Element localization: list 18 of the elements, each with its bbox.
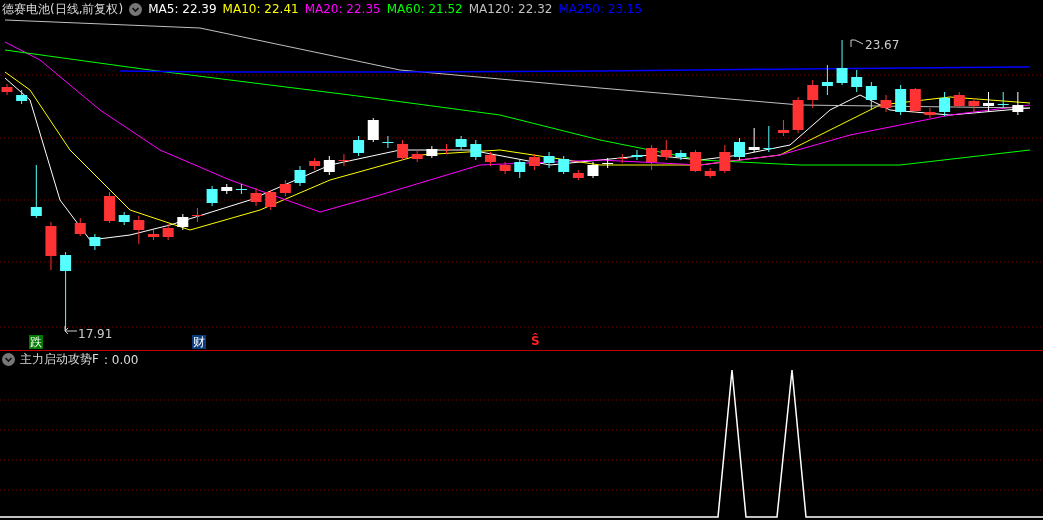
moving-average-label: MA10: 22.41 [222, 2, 299, 16]
dropdown-icon[interactable] [2, 353, 15, 366]
indicator-value: : 0.00 [103, 352, 139, 367]
event-marker[interactable]: 财 [192, 335, 206, 349]
low-price-label: 17.91 [78, 327, 113, 341]
signal-marker[interactable]: Ŝ [531, 334, 540, 349]
chart-title: 德赛电池(日线,前复权) [2, 0, 124, 18]
moving-average-label: MA5: 22.39 [148, 2, 217, 16]
moving-average-label: MA20: 22.35 [304, 2, 381, 16]
moving-average-label: MA120: 22.32 [468, 2, 553, 16]
indicator-title: 主力启动攻势F [20, 351, 99, 368]
event-marker[interactable]: 跌 [29, 335, 43, 349]
high-price-label: 23.67 [865, 38, 900, 52]
leader-line [64, 326, 78, 335]
leader-line [850, 39, 866, 47]
moving-average-label: MA60: 21.52 [386, 2, 463, 16]
moving-average-label: MA250: 23.15 [558, 2, 643, 16]
dropdown-icon[interactable] [129, 2, 143, 16]
